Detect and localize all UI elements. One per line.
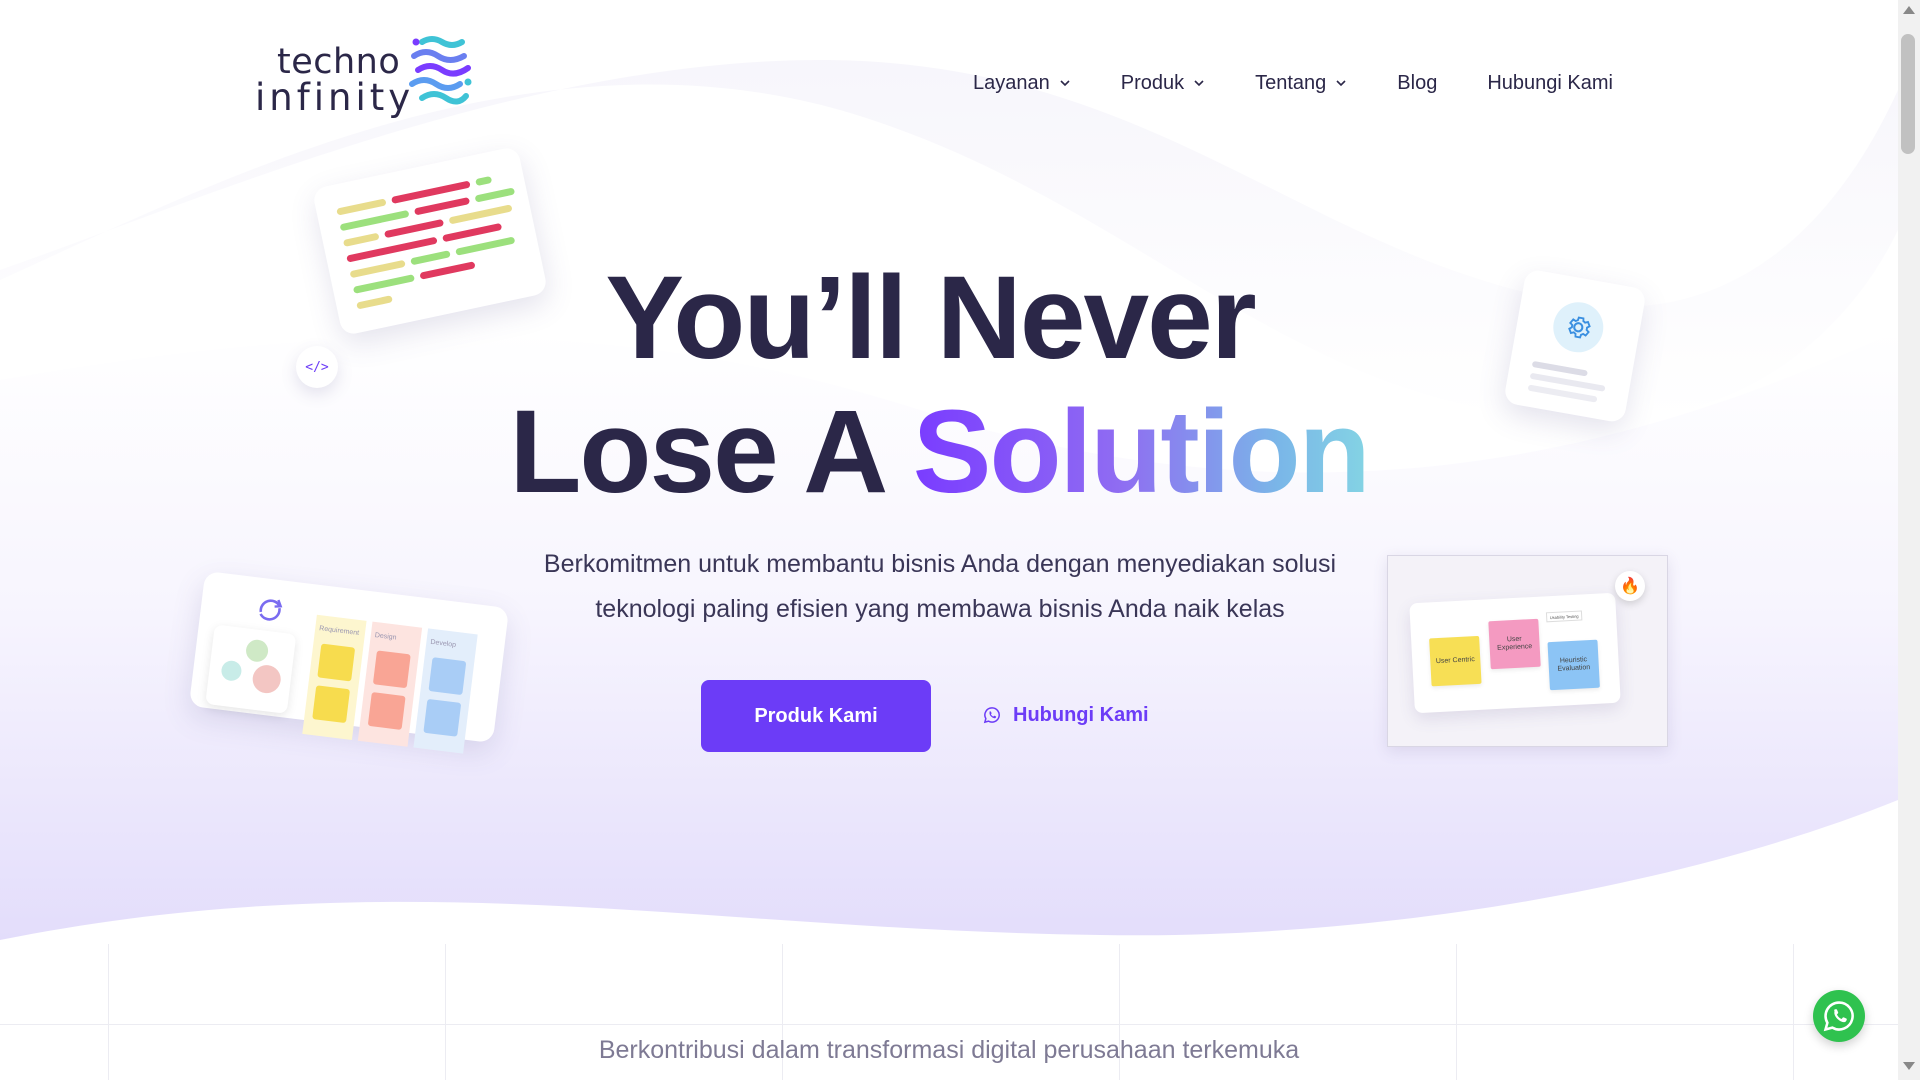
ux-board: User Centric User Experience Usability T…: [1409, 592, 1621, 714]
ux-illustration-frame: User Centric User Experience Usability T…: [1387, 555, 1668, 747]
scroll-up-arrow-icon[interactable]: [1903, 6, 1915, 14]
kanban-column-requirement: Requirement: [302, 614, 367, 740]
scroll-down-arrow-icon[interactable]: [1903, 1062, 1915, 1070]
kanban-column-design: Design: [357, 621, 423, 747]
ux-note: User Experience: [1488, 618, 1541, 670]
code-line: [442, 222, 503, 243]
hero-title-accent: Solution: [912, 386, 1371, 518]
logo-mark-icon: [409, 36, 472, 105]
hero-title-line-1: You’ll Never: [605, 252, 1256, 384]
hubungi-kami-button[interactable]: Hubungi Kami: [983, 700, 1149, 730]
code-line: [413, 196, 471, 216]
avatar: [220, 659, 243, 682]
avatar: [244, 638, 270, 664]
logo-line-1: techno: [277, 42, 401, 82]
nav-item-produk[interactable]: Produk: [1121, 68, 1205, 98]
code-line: [383, 218, 445, 239]
grid-divider: [0, 1024, 1898, 1025]
sticky-note: [428, 657, 467, 696]
whatsapp-icon: [983, 707, 1000, 724]
kanban-column-label: Requirement: [318, 625, 360, 638]
whatsapp-icon: [1823, 1001, 1854, 1032]
chevron-down-icon: [1060, 80, 1070, 87]
fire-icon: 🔥: [1615, 571, 1645, 601]
sticky-note: [317, 643, 356, 682]
sticky-note: [367, 692, 406, 730]
sticky-note: [312, 685, 351, 724]
kanban-column-label: Develop: [429, 638, 457, 649]
nav-label: Layanan: [973, 71, 1050, 94]
code-line: [342, 232, 380, 247]
nav-item-blog[interactable]: Blog: [1397, 68, 1437, 98]
hero-background: [0, 60, 1898, 940]
chevron-down-icon: [1336, 80, 1346, 87]
kanban-column-develop: Develop: [413, 628, 478, 754]
chevron-down-icon: [1194, 80, 1204, 87]
avatar: [251, 663, 283, 695]
ux-note: Heuristic Evaluation: [1547, 639, 1600, 691]
code-line: [448, 204, 513, 225]
refresh-cycle-icon: [259, 599, 283, 621]
nav-item-layanan[interactable]: Layanan: [973, 68, 1071, 98]
nav-label: Blog: [1397, 71, 1438, 94]
logo-line-2: infinity: [255, 76, 415, 119]
main-nav: Layanan Produk Tentang Blog Hubungi Kami: [973, 68, 1613, 98]
hero-title-plain: Lose A: [509, 386, 913, 518]
code-line: [475, 175, 493, 187]
nav-label: Produk: [1120, 71, 1185, 94]
contribution-heading: Berkontribusi dalam transformasi digital…: [598, 1036, 1300, 1064]
page-scrollbar[interactable]: [1898, 0, 1920, 1080]
code-line: [474, 187, 516, 203]
page: techno infinity Layanan Produk Tentang B…: [0, 0, 1898, 1080]
code-line: [336, 198, 387, 216]
nav-item-tentang[interactable]: Tentang: [1255, 68, 1347, 98]
hero-title-line-2: Lose A Solution: [0, 386, 1888, 518]
nav-label: Hubungi Kami: [1487, 71, 1613, 94]
scrollbar-thumb[interactable]: [1901, 34, 1915, 154]
nav-label: Tentang: [1255, 71, 1327, 94]
nav-item-hubungi-kami[interactable]: Hubungi Kami: [1487, 68, 1613, 98]
logo-wordmark: techno infinity: [255, 44, 414, 116]
team-avatars-panel: [205, 624, 297, 714]
sticky-note: [423, 698, 462, 737]
kanban-column-label: Design: [374, 632, 397, 642]
sticky-note: [372, 650, 411, 689]
hubungi-kami-label: Hubungi Kami: [1013, 703, 1149, 726]
produk-kami-button[interactable]: Produk Kami: [701, 680, 931, 752]
ux-small-note: Usability Testing: [1545, 610, 1583, 623]
ux-note: User Centric: [1429, 635, 1482, 687]
brand-logo[interactable]: techno infinity: [255, 34, 485, 124]
whatsapp-float-button[interactable]: [1813, 990, 1865, 1042]
